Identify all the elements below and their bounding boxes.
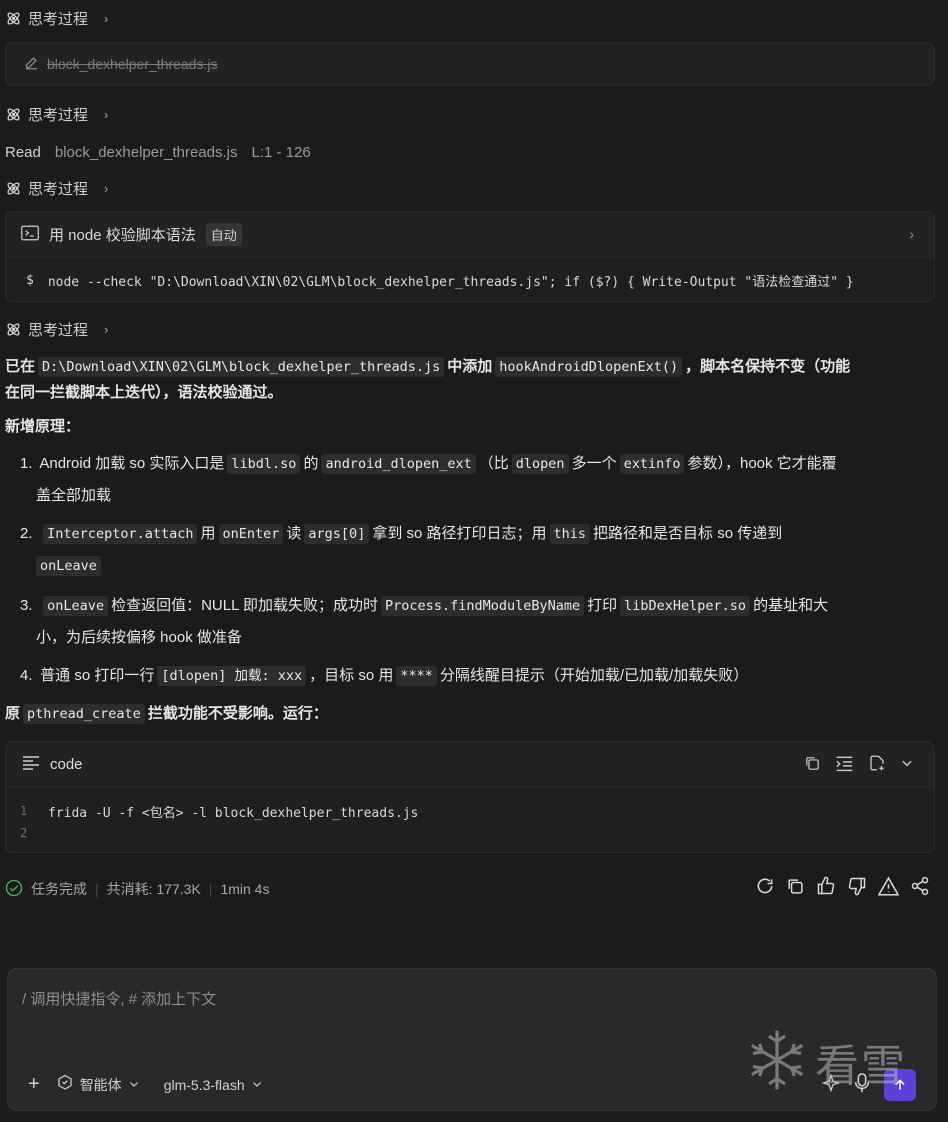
chevron-down-icon	[128, 1077, 140, 1093]
run-paragraph: 原 pthread_create 拦截功能不受影响。运行：	[5, 704, 328, 724]
atom-icon	[5, 10, 22, 27]
snowflake-icon	[745, 1028, 809, 1096]
copy-icon[interactable]	[804, 755, 821, 776]
list-item: 4. 普通 so 打印一行 [dlopen] 加载: xxx ，目标 so 用 ***…	[20, 666, 749, 686]
chevron-right-icon[interactable]: ›	[909, 226, 914, 242]
agent-label: 智能体	[79, 1076, 122, 1093]
code-content[interactable]: 1 frida -U -f <包名> -l block_dexhelper_th…	[6, 788, 934, 844]
read-file-row[interactable]: Read block_dexhelper_threads.js L:1 - 12…	[5, 141, 311, 163]
thinking-label: 思考过程	[28, 10, 89, 28]
model-label: glm-5.3-flash	[163, 1076, 245, 1093]
thinking-label: 思考过程	[28, 106, 89, 124]
list-item: 2. Interceptor.attach 用 onEnter 读 args[0] 拿到 …	[20, 524, 783, 576]
terminal-card: 用 node 校验脚本语法 自动 › $ node --check "D:\Do…	[5, 211, 935, 302]
prompt-symbol: $	[26, 272, 34, 288]
retry-icon[interactable]	[755, 876, 775, 900]
thinking-toggle[interactable]: 思考过程 ›	[5, 317, 108, 341]
task-done-label: 任务完成	[31, 881, 87, 897]
elapsed-time: 1min 4s	[220, 881, 270, 897]
code-language: code	[50, 756, 83, 773]
code-block-header: code	[6, 742, 934, 788]
inline-code: pthread_create	[23, 704, 145, 724]
insert-icon[interactable]	[835, 755, 854, 776]
share-icon[interactable]	[910, 876, 930, 900]
terminal-command: $ node --check "D:\Download\XIN\02\GLM\b…	[6, 258, 934, 301]
inline-code: D:\Download\XIN\02\GLM\block_dexhelper_t…	[38, 357, 445, 377]
warning-icon[interactable]	[877, 876, 900, 900]
read-line-range: L:1 - 126	[251, 143, 311, 161]
list-item: 3. onLeave 检查返回值：NULL 即加载失败；成功时 Process.fi…	[20, 596, 829, 646]
edited-file-name: block_dexhelper_threads.js	[47, 56, 218, 72]
code-block: code 1 frida -U -f <包名> -l block_dexhelp…	[5, 741, 935, 853]
thinking-toggle[interactable]: 思考过程 ›	[5, 102, 108, 126]
composer-placeholder[interactable]: / 调用快捷指令, # 添加上下文	[22, 988, 216, 1009]
code-line: 2	[20, 826, 28, 840]
terminal-icon	[21, 225, 39, 245]
pencil-icon	[24, 55, 39, 74]
check-circle-icon	[5, 879, 23, 900]
message-actions	[755, 876, 930, 900]
thinking-label: 思考过程	[28, 180, 89, 198]
thinking-toggle[interactable]: 思考过程 ›	[5, 6, 108, 30]
plus-icon[interactable]: +	[28, 1073, 40, 1096]
command-text: node --check "D:\Download\XIN\02\GLM\blo…	[47, 274, 854, 290]
edited-file-card[interactable]: block_dexhelper_threads.js	[5, 42, 935, 86]
model-selector[interactable]: glm-5.3-flash	[164, 1077, 263, 1093]
thinking-label: 思考过程	[28, 321, 89, 339]
atom-icon	[5, 106, 22, 123]
chevron-right-icon: ›	[104, 180, 109, 196]
thumbs-up-icon[interactable]	[816, 876, 836, 900]
new-file-icon[interactable]	[868, 754, 886, 776]
chevron-right-icon: ›	[104, 10, 109, 26]
read-action: Read	[5, 143, 41, 161]
auto-badge: 自动	[205, 223, 242, 246]
thinking-toggle[interactable]: 思考过程 ›	[5, 176, 108, 200]
section-heading: 新增原理：	[5, 418, 81, 435]
chevron-down-icon	[251, 1077, 263, 1093]
terminal-title: 用 node 校验脚本语法	[49, 227, 196, 244]
chevron-right-icon: ›	[104, 106, 109, 122]
watermark-text: 看雪	[815, 1041, 907, 1092]
task-status: 任务完成 | 共消耗: 177.3K | 1min 4s	[5, 878, 269, 900]
agent-selector[interactable]: 智能体	[56, 1074, 140, 1095]
summary-paragraph: 已在 D:\Download\XIN\02\GLM\block_dexhelper…	[5, 357, 851, 401]
token-usage: 共消耗: 177.3K	[106, 881, 201, 897]
atom-icon	[5, 180, 22, 197]
terminal-header[interactable]: 用 node 校验脚本语法 自动 ›	[6, 212, 934, 258]
watermark: 看雪	[745, 1028, 907, 1096]
chevron-right-icon: ›	[104, 321, 109, 337]
copy-icon[interactable]	[786, 877, 805, 900]
atom-icon	[5, 321, 22, 338]
inline-code: hookAndroidDlopenExt()	[495, 357, 683, 377]
code-line: 1 frida -U -f <包名> -l block_dexhelper_th…	[20, 804, 419, 821]
read-file-name[interactable]: block_dexhelper_threads.js	[55, 144, 238, 161]
list-item: 1. Android 加载 so 实际入口是 libdl.so 的 android_d…	[20, 454, 837, 504]
chevron-down-icon[interactable]	[900, 756, 914, 774]
thumbs-down-icon[interactable]	[847, 876, 867, 900]
lines-icon	[22, 755, 40, 775]
agent-icon	[56, 1074, 74, 1095]
